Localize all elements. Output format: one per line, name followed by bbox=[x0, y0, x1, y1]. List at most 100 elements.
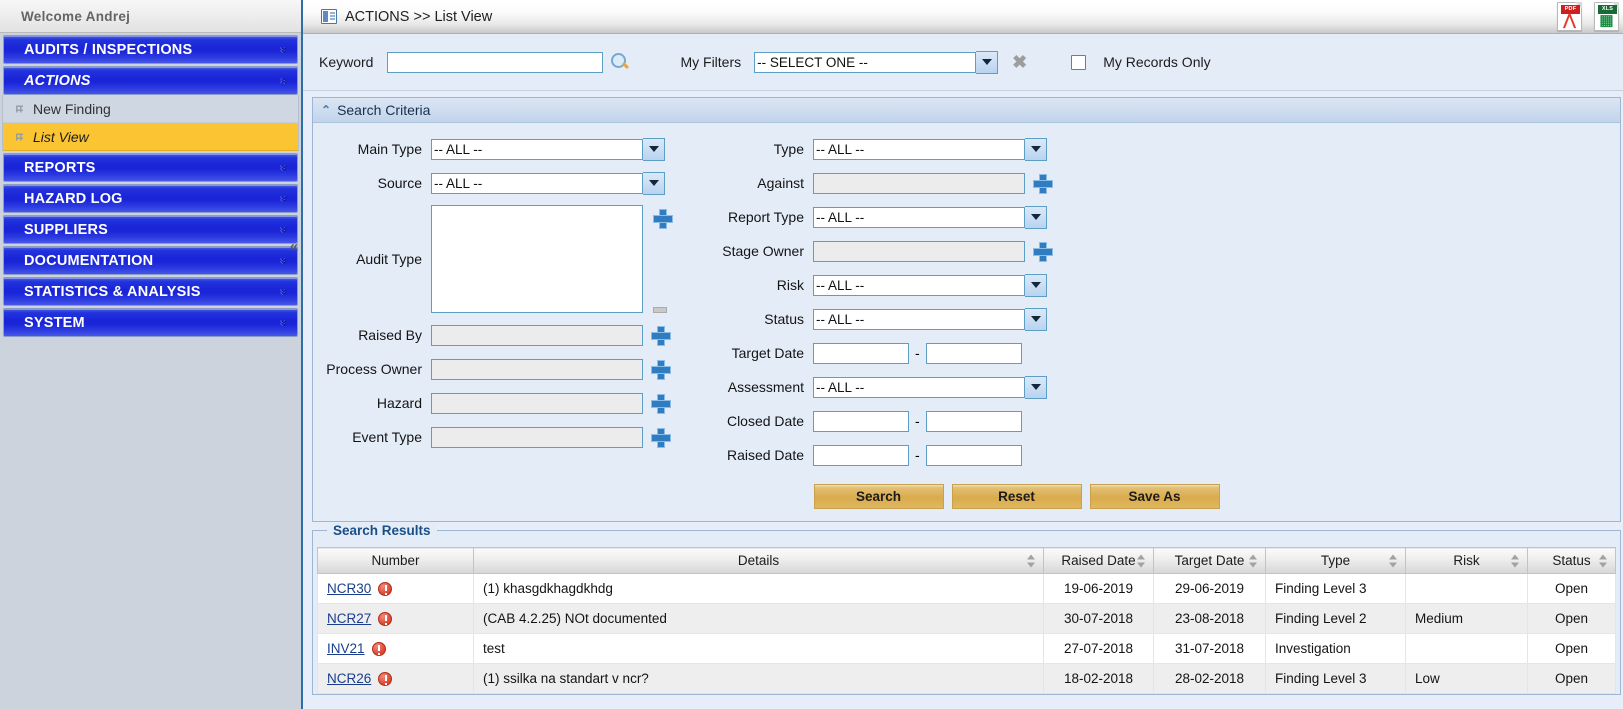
search-criteria-title: Search Criteria bbox=[337, 102, 431, 118]
column-header-target-date[interactable]: Target Date bbox=[1153, 547, 1266, 574]
sort-arrows-icon[interactable] bbox=[1027, 554, 1036, 567]
sidebar-group-label: DOCUMENTATION bbox=[24, 252, 154, 269]
criteria-listbox-audit-type[interactable] bbox=[431, 205, 643, 313]
criteria-raised-date-from[interactable] bbox=[813, 444, 909, 466]
column-header-status[interactable]: Status bbox=[1527, 547, 1616, 574]
criteria-row-stage-owner: Stage Owner bbox=[695, 234, 1095, 268]
my-records-only-checkbox[interactable] bbox=[1071, 54, 1087, 70]
export-pdf-icon[interactable]: PDF ⋀ bbox=[1557, 2, 1582, 31]
sort-arrows-icon[interactable] bbox=[1599, 554, 1608, 567]
sort-arrows-icon[interactable] bbox=[1389, 554, 1398, 567]
cell-type: Finding Level 3 bbox=[1265, 573, 1406, 604]
criteria-dropdown-source[interactable] bbox=[643, 171, 665, 195]
criteria-select-source[interactable] bbox=[431, 172, 643, 194]
save-as-button[interactable]: Save As bbox=[1089, 484, 1220, 509]
criteria-dropdown-type[interactable] bbox=[1025, 137, 1047, 161]
criteria-select-main-type[interactable] bbox=[431, 138, 643, 160]
criteria-closed-date-to[interactable] bbox=[925, 410, 1022, 432]
sidebar-group-hazard-log[interactable]: HAZARD LOG » bbox=[3, 184, 298, 213]
sidebar-group-reports[interactable]: REPORTS » bbox=[3, 153, 298, 182]
criteria-input-process-owner[interactable] bbox=[431, 358, 643, 380]
cell-raised-date: 19-06-2019 bbox=[1043, 573, 1154, 604]
my-filters-dropdown-button[interactable] bbox=[976, 50, 999, 74]
sort-arrows-icon[interactable] bbox=[1511, 554, 1520, 567]
criteria-add-audit-type-icon[interactable] bbox=[653, 209, 673, 229]
column-header-label: Target Date bbox=[1174, 553, 1245, 568]
criteria-select-status[interactable] bbox=[813, 308, 1025, 330]
criteria-add-event-type-icon[interactable] bbox=[651, 428, 671, 448]
sidebar-group-audits-inspections[interactable]: AUDITS / INSPECTIONS » bbox=[3, 35, 298, 64]
alert-icon bbox=[371, 642, 386, 656]
criteria-dropdown-main-type[interactable] bbox=[643, 137, 665, 161]
column-header-number[interactable]: Number bbox=[317, 547, 474, 574]
column-header-risk[interactable]: Risk bbox=[1405, 547, 1528, 574]
column-header-type[interactable]: Type bbox=[1265, 547, 1406, 574]
keyword-input[interactable] bbox=[387, 51, 604, 73]
my-filters-select[interactable] bbox=[754, 51, 977, 73]
table-row[interactable]: NCR27 (CAB 4.2.25) NOt documented 30-07-20… bbox=[317, 603, 1616, 634]
column-header-label: Risk bbox=[1453, 553, 1480, 568]
criteria-remove-audit-type-icon[interactable] bbox=[653, 307, 667, 313]
sidebar-group-statistics-analysis[interactable]: STATISTICS & ANALYSIS » bbox=[3, 277, 298, 306]
criteria-add-hazard-icon[interactable] bbox=[651, 394, 671, 414]
sidebar-item-list-view[interactable]: List View bbox=[3, 123, 298, 151]
pdf-glyph: ⋀ bbox=[1563, 12, 1576, 29]
search-button[interactable]: Search bbox=[813, 484, 944, 509]
criteria-select-type[interactable] bbox=[813, 138, 1025, 160]
criteria-dropdown-assessment[interactable] bbox=[1025, 375, 1047, 399]
sidebar-group-documentation[interactable]: DOCUMENTATION» bbox=[3, 246, 298, 275]
criteria-row-type: Type bbox=[695, 132, 1095, 166]
criteria-dropdown-risk[interactable] bbox=[1025, 273, 1047, 297]
search-criteria-header[interactable]: ⌃ Search Criteria bbox=[313, 98, 1620, 123]
criteria-add-raised-by-icon[interactable] bbox=[651, 326, 671, 346]
table-row[interactable]: NCR26 (1) ssilka na standart v ncr? 18-02-… bbox=[317, 663, 1616, 694]
sidebar-group-actions[interactable]: ACTIONS « bbox=[3, 66, 298, 95]
record-link[interactable]: NCR30 bbox=[327, 581, 371, 596]
search-icon[interactable] bbox=[610, 52, 630, 72]
sort-arrows-icon[interactable] bbox=[1137, 554, 1146, 567]
criteria-input-stage-owner[interactable] bbox=[813, 240, 1025, 262]
record-link[interactable]: INV21 bbox=[327, 641, 365, 656]
export-excel-icon[interactable]: XLS ▦ bbox=[1594, 2, 1619, 31]
chevron-up-icon: « bbox=[277, 77, 292, 84]
sidebar-group-suppliers[interactable]: SUPPLIERS» bbox=[3, 215, 298, 244]
criteria-input-hazard[interactable] bbox=[431, 392, 643, 414]
criteria-input-against[interactable] bbox=[813, 172, 1025, 194]
clear-filter-icon[interactable]: ✖ bbox=[1012, 53, 1027, 71]
criteria-raised-date-to[interactable] bbox=[925, 444, 1022, 466]
record-link[interactable]: NCR26 bbox=[327, 671, 371, 686]
record-link[interactable]: NCR27 bbox=[327, 611, 371, 626]
chevron-down-icon: » bbox=[277, 164, 292, 171]
criteria-select-assessment[interactable] bbox=[813, 376, 1025, 398]
criteria-target-date-to[interactable] bbox=[925, 342, 1022, 364]
search-results-panel: Search Results Number Details Raised Date T… bbox=[312, 523, 1621, 695]
criteria-add-process-owner-icon[interactable] bbox=[651, 360, 671, 380]
criteria-row-raised-by: Raised By bbox=[313, 318, 695, 352]
criteria-add-stage-owner-icon[interactable] bbox=[1033, 242, 1053, 262]
criteria-select-report-type[interactable] bbox=[813, 206, 1025, 228]
sidebar-group-system[interactable]: SYSTEM » bbox=[3, 308, 298, 337]
criteria-closed-date-from[interactable] bbox=[813, 410, 909, 432]
column-header-raised-date[interactable]: Raised Date bbox=[1043, 547, 1154, 574]
criteria-input-event-type[interactable] bbox=[431, 426, 643, 448]
sidebar-collapse-handle[interactable]: « bbox=[287, 226, 301, 266]
criteria-label-main-type: Main Type bbox=[357, 141, 422, 157]
column-header-label: Type bbox=[1320, 553, 1351, 568]
criteria-label-risk: Risk bbox=[776, 277, 804, 293]
sidebar-item-new-finding[interactable]: New Finding bbox=[3, 95, 298, 123]
reset-button[interactable]: Reset bbox=[951, 484, 1082, 509]
table-row[interactable]: INV21 test 27-07-2018 31-07-2018 Investigati… bbox=[317, 633, 1616, 664]
criteria-dropdown-report-type[interactable] bbox=[1025, 205, 1047, 229]
criteria-input-raised-by[interactable] bbox=[431, 324, 643, 346]
criteria-left-column: Main Type Source Audit Type Raised By Proces… bbox=[313, 132, 695, 472]
criteria-label-event-type: Event Type bbox=[352, 429, 422, 445]
column-header-details[interactable]: Details bbox=[473, 547, 1044, 574]
sort-arrows-icon[interactable] bbox=[1249, 554, 1258, 567]
table-row[interactable]: NCR30 (1) khasgdkhagdkhdg 19-06-2019 29-06-… bbox=[317, 573, 1616, 604]
criteria-select-risk[interactable] bbox=[813, 274, 1025, 296]
criteria-add-against-icon[interactable] bbox=[1033, 174, 1053, 194]
criteria-target-date-from[interactable] bbox=[813, 342, 909, 364]
sidebar-subitems: New Finding List View bbox=[2, 95, 299, 151]
criteria-dropdown-status[interactable] bbox=[1025, 307, 1047, 331]
chevron-left-double-icon: « bbox=[289, 237, 299, 255]
